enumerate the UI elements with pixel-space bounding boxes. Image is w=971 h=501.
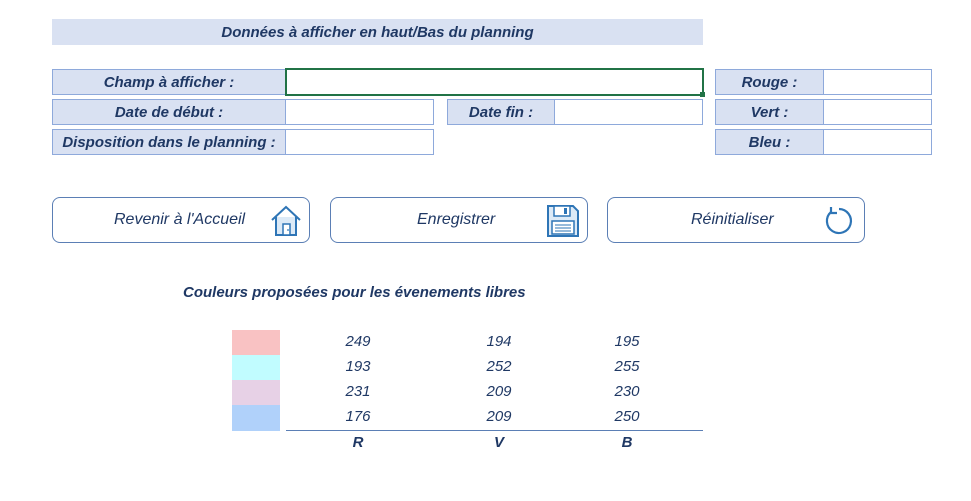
rouge-label: Rouge : xyxy=(715,69,824,95)
b-header: B xyxy=(621,434,633,451)
bleu-label: Bleu : xyxy=(715,129,824,155)
r-value: 231 xyxy=(345,383,371,400)
palette-title: Couleurs proposées pour les évenements l… xyxy=(183,284,526,301)
color-swatch xyxy=(232,330,280,356)
floppy-disk-icon xyxy=(545,203,581,244)
vert-label: Vert : xyxy=(715,99,824,125)
disposition-input[interactable] xyxy=(285,129,434,155)
home-button-label: Revenir à l'Accueil xyxy=(114,211,246,228)
header-divider xyxy=(286,430,703,431)
cell-fill-handle[interactable] xyxy=(700,92,705,97)
save-button[interactable]: Enregistrer xyxy=(330,197,588,243)
house-icon xyxy=(268,203,304,244)
color-swatch xyxy=(232,355,280,381)
b-value: 195 xyxy=(614,333,640,350)
v-value: 194 xyxy=(486,333,512,350)
date-fin-label: Date fin : xyxy=(447,99,555,125)
v-value: 209 xyxy=(486,383,512,400)
rouge-input[interactable] xyxy=(823,69,932,95)
date-fin-input[interactable] xyxy=(554,99,703,125)
v-value: 252 xyxy=(486,358,512,375)
champ-label: Champ à afficher : xyxy=(52,69,286,95)
palette-table: 249 194 195 193 252 255 231 209 230 176 … xyxy=(232,330,703,455)
disposition-label: Disposition dans le planning : xyxy=(52,129,286,155)
r-value: 176 xyxy=(345,408,371,425)
v-value: 209 xyxy=(486,408,512,425)
v-header: V xyxy=(493,434,504,451)
r-value: 193 xyxy=(345,358,371,375)
b-value: 255 xyxy=(614,358,640,375)
r-value: 249 xyxy=(345,333,371,350)
color-swatch xyxy=(232,380,280,406)
bleu-input[interactable] xyxy=(823,129,932,155)
page-title: Données à afficher en haut/Bas du planni… xyxy=(52,19,703,45)
reset-button-label: Réinitialiser xyxy=(691,211,774,228)
champ-input[interactable] xyxy=(285,68,704,96)
vert-input[interactable] xyxy=(823,99,932,125)
home-button[interactable]: Revenir à l'Accueil xyxy=(52,197,310,243)
refresh-icon xyxy=(822,204,856,243)
save-button-label: Enregistrer xyxy=(417,211,496,228)
date-debut-label: Date de début : xyxy=(52,99,286,125)
reset-button[interactable]: Réinitialiser xyxy=(607,197,865,243)
color-swatch xyxy=(232,405,280,431)
b-value: 250 xyxy=(614,408,640,425)
date-debut-input[interactable] xyxy=(285,99,434,125)
b-value: 230 xyxy=(614,383,640,400)
r-header: R xyxy=(352,434,364,451)
